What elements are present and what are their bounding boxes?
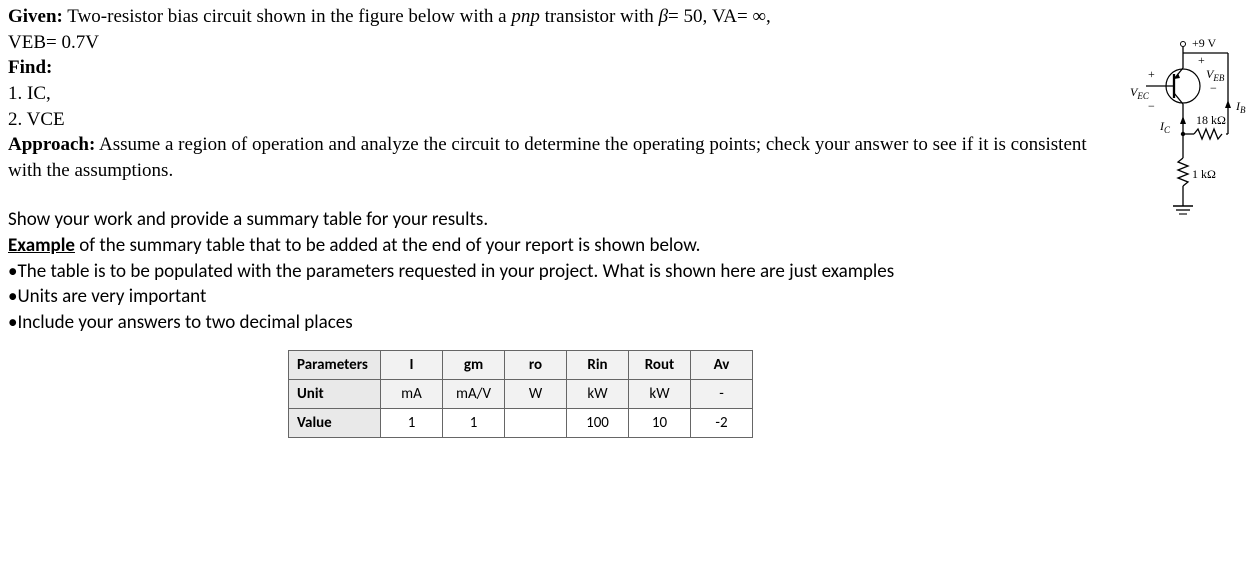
table-header-row: Parameters I gm ro Rin Rout Av [289, 350, 753, 379]
svg-text:−: − [1148, 99, 1155, 113]
approach-line: Approach: Assume a region of operation a… [8, 132, 1103, 183]
instr-line2: Example of the summary table that to be … [8, 233, 1108, 259]
supply-label: +9 V [1192, 38, 1217, 50]
th-Rout: Rout [629, 350, 691, 379]
circuit-diagram: +9 V + VEB − + VEC − IC IB [1098, 38, 1253, 238]
given-line2: VEB= 0.7V [8, 30, 1103, 56]
th-Av: Av [691, 350, 753, 379]
instr-bullet1: •The table is to be populated with the p… [8, 259, 1108, 285]
summary-table: Parameters I gm ro Rin Rout Av Unit mA m… [288, 350, 753, 439]
table-unit-row: Unit mA mA/V W kW kW - [289, 379, 753, 408]
rb-label: 18 kΩ [1196, 113, 1226, 127]
svg-text:−: − [1210, 81, 1217, 95]
rc-label: 1 kΩ [1192, 167, 1216, 181]
th-Rin: Rin [567, 350, 629, 379]
th-unit: Unit [289, 379, 381, 408]
th-value: Value [289, 409, 381, 438]
given-label: Given: [8, 6, 63, 27]
instr-line1: Show your work and provide a summary tab… [8, 207, 1108, 233]
th-gm: gm [443, 350, 505, 379]
given-line1: Given: Two-resistor bias circuit shown i… [8, 4, 1103, 30]
svg-text:+: + [1198, 53, 1205, 67]
th-I: I [381, 350, 443, 379]
problem-text: Given: Two-resistor bias circuit shown i… [8, 4, 1103, 438]
approach-label: Approach: [8, 134, 95, 155]
instructions-block: Show your work and provide a summary tab… [8, 207, 1108, 335]
ic-label: IC [1159, 119, 1171, 135]
svg-text:+: + [1148, 67, 1155, 81]
vec-label: VEC [1130, 85, 1150, 101]
th-ro: ro [505, 350, 567, 379]
ib-label: IB [1235, 99, 1246, 115]
summary-table-wrap: Parameters I gm ro Rin Rout Av Unit mA m… [288, 350, 1103, 439]
find-item1: 1. IC, [8, 81, 1103, 107]
instr-bullet2: •Units are very important [8, 284, 1108, 310]
table-value-row: Value 1 1 100 10 -2 [289, 409, 753, 438]
th-parameters: Parameters [289, 350, 381, 379]
find-label: Find: [8, 55, 1103, 81]
find-item2: 2. VCE [8, 107, 1103, 133]
instr-bullet3: •Include your answers to two decimal pla… [8, 310, 1108, 336]
